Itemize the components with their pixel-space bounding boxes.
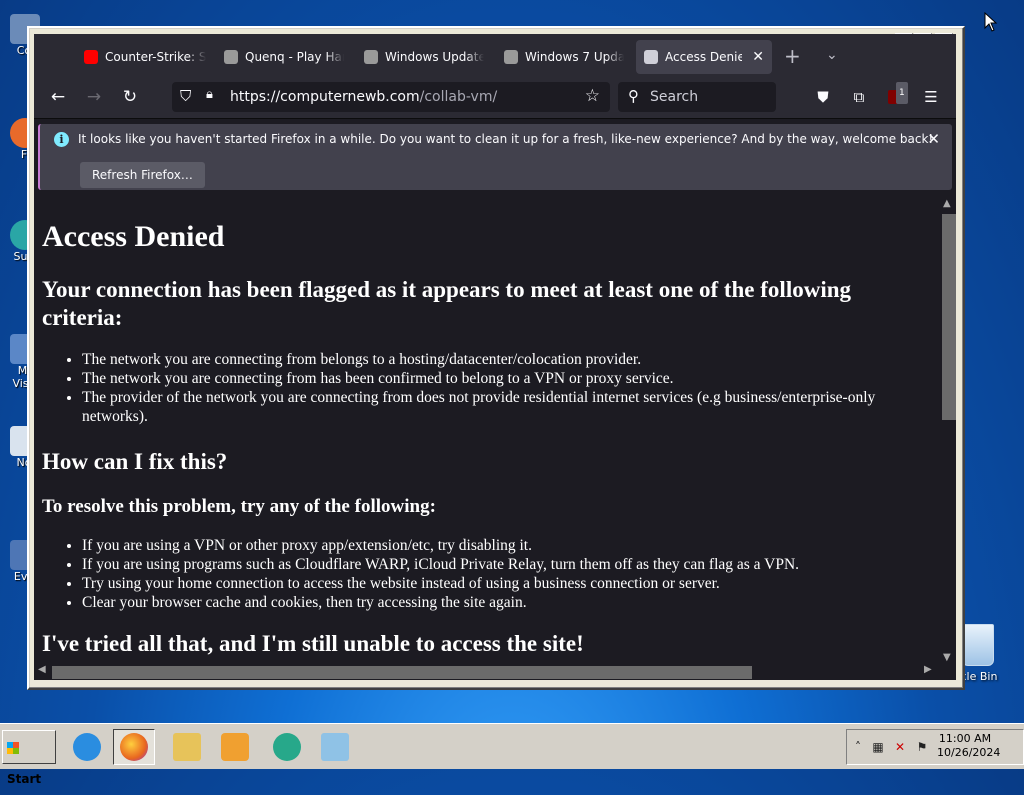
list-item: The provider of the network you are conn… bbox=[82, 388, 922, 426]
internet-explorer-icon bbox=[73, 733, 101, 761]
horizontal-scrollbar[interactable]: ◀ ▶ bbox=[34, 664, 938, 680]
tab-title: Access Denied bbox=[665, 50, 743, 64]
close-notification-icon[interactable]: ✕ bbox=[927, 130, 940, 148]
url-text[interactable]: https://computernewb.com/collab-vm/ bbox=[230, 89, 497, 105]
puzzle-icon: ⧉ bbox=[853, 88, 865, 106]
hamburger-menu-icon: ☰ bbox=[924, 88, 938, 106]
notification-message: It looks like you haven't started Firefo… bbox=[78, 132, 934, 146]
tab-strip: Counter-Strike: So Quenq - Play Hard Win… bbox=[34, 34, 956, 76]
list-item: Try using your home connection to access… bbox=[82, 574, 922, 593]
tab-windows-update[interactable]: Windows Update I bbox=[364, 40, 484, 74]
scroll-left-icon[interactable]: ◀ bbox=[38, 664, 46, 675]
taskbar-folder[interactable] bbox=[314, 729, 356, 765]
resolve-heading: To resolve this problem, try any of the … bbox=[42, 496, 436, 517]
back-button[interactable]: ← bbox=[46, 85, 70, 109]
folder-icon bbox=[173, 733, 201, 761]
arrow-right-icon: → bbox=[86, 87, 102, 107]
system-tray: ˄ ▦ ✕ ⚑ 11:00 AM 10/26/2024 bbox=[846, 729, 1024, 765]
horizontal-scroll-thumb[interactable] bbox=[52, 666, 752, 679]
bookmark-star-icon[interactable]: ☆ bbox=[585, 86, 600, 106]
taskbar-messenger[interactable] bbox=[266, 729, 308, 765]
youtube-icon bbox=[84, 50, 98, 64]
clock[interactable]: 11:00 AM 10/26/2024 bbox=[937, 732, 1001, 760]
scroll-up-icon[interactable]: ▲ bbox=[943, 198, 951, 209]
fixes-list: If you are using a VPN or other proxy ap… bbox=[42, 536, 922, 612]
tried-heading: I've tried all that, and I'm still unabl… bbox=[42, 631, 584, 656]
arrow-left-icon: ← bbox=[50, 87, 66, 107]
browser-viewport: Counter-Strike: So Quenq - Play Hard Win… bbox=[34, 34, 956, 680]
refresh-firefox-notification: i It looks like you haven't started Fire… bbox=[38, 124, 952, 190]
media-player-icon bbox=[221, 733, 249, 761]
taskbar: Start ˄ ▦ ✕ ⚑ 11:00 AM 10/26/2024 bbox=[0, 723, 1024, 786]
ublock-button[interactable]: 1 bbox=[884, 82, 908, 108]
firefox-window: _ □ ✕ Counter-Strike: So Quenq - Play Ha… bbox=[27, 26, 965, 690]
mouse-cursor-icon bbox=[984, 11, 998, 35]
clock-time: 11:00 AM bbox=[938, 732, 992, 745]
new-tab-button[interactable]: + bbox=[784, 46, 801, 66]
list-item: Clear your browser cache and cookies, th… bbox=[82, 593, 922, 612]
extension-badge: 1 bbox=[896, 82, 908, 104]
reload-icon: ↻ bbox=[122, 87, 138, 107]
volume-muted-icon[interactable]: ✕ bbox=[893, 740, 907, 754]
scroll-down-icon[interactable]: ▼ bbox=[943, 652, 951, 663]
windows-logo-icon bbox=[7, 741, 19, 754]
tab-access-denied[interactable]: Access Denied ✕ bbox=[636, 40, 772, 74]
search-input[interactable]: Search bbox=[650, 89, 698, 105]
reload-button[interactable]: ↻ bbox=[118, 85, 142, 109]
clock-date: 10/26/2024 bbox=[937, 746, 1001, 759]
taskbar-firefox[interactable] bbox=[113, 729, 155, 765]
shield-icon[interactable]: ⛉ bbox=[180, 87, 191, 105]
show-hidden-icons-icon[interactable]: ˄ bbox=[851, 740, 865, 754]
page-content: Access Denied Your connection has been f… bbox=[34, 196, 938, 664]
taskbar-media-player[interactable] bbox=[214, 729, 256, 765]
folder-icon bbox=[321, 733, 349, 761]
taskbar-file-explorer[interactable] bbox=[166, 729, 208, 765]
lock-icon[interactable]: 🔒︎ bbox=[206, 87, 213, 102]
flagged-heading: Your connection has been flagged as it a… bbox=[42, 277, 851, 330]
pocket-icon: ⛊ bbox=[817, 88, 829, 106]
site-icon bbox=[224, 50, 238, 64]
pocket-button[interactable]: ⛊ bbox=[812, 86, 834, 108]
forward-button[interactable]: → bbox=[82, 85, 106, 109]
messenger-icon bbox=[273, 733, 301, 761]
scroll-right-icon[interactable]: ▶ bbox=[924, 664, 932, 675]
list-item: The network you are connecting from has … bbox=[82, 369, 922, 388]
list-all-tabs-button[interactable]: ⌄ bbox=[826, 47, 838, 63]
network-icon[interactable]: ▦ bbox=[871, 740, 885, 754]
list-item: If you are using programs such as Cloudf… bbox=[82, 555, 922, 574]
recycle-bin-icon bbox=[962, 624, 994, 666]
start-label: Start bbox=[7, 772, 42, 786]
tab-quenq[interactable]: Quenq - Play Hard bbox=[224, 40, 344, 74]
tab-windows-7-update[interactable]: Windows 7 Updat bbox=[504, 40, 624, 74]
search-bar[interactable]: ⚲ Search bbox=[618, 82, 776, 112]
app-menu-button[interactable]: ☰ bbox=[920, 86, 942, 108]
taskbar-internet-explorer[interactable] bbox=[66, 729, 108, 765]
site-icon bbox=[364, 50, 378, 64]
close-tab-icon[interactable]: ✕ bbox=[752, 49, 764, 65]
navigation-toolbar: ← → ↻ ⛉ 🔒︎ https://computernewb.com/coll… bbox=[34, 76, 956, 119]
search-icon: ⚲ bbox=[628, 87, 639, 105]
url-path: /collab-vm/ bbox=[419, 89, 498, 105]
refresh-firefox-button[interactable]: Refresh Firefox… bbox=[80, 162, 205, 188]
list-item: The network you are connecting from belo… bbox=[82, 350, 922, 369]
vertical-scrollbar[interactable]: ▲ ▼ bbox=[938, 196, 956, 680]
start-button[interactable]: Start bbox=[2, 730, 56, 786]
info-icon: i bbox=[54, 132, 69, 147]
criteria-list: The network you are connecting from belo… bbox=[42, 350, 922, 426]
tab-counter-strike[interactable]: Counter-Strike: So bbox=[84, 40, 206, 74]
site-icon bbox=[504, 50, 518, 64]
extensions-button[interactable]: ⧉ bbox=[848, 86, 870, 108]
list-item: If you are using a VPN or other proxy ap… bbox=[82, 536, 922, 555]
page-icon bbox=[644, 50, 658, 64]
vertical-scroll-thumb[interactable] bbox=[942, 214, 956, 420]
fix-heading: How can I fix this? bbox=[42, 449, 228, 474]
url-host: https://computernewb.com bbox=[230, 89, 420, 105]
action-center-flag-icon[interactable]: ⚑ bbox=[915, 740, 929, 754]
page-title: Access Denied bbox=[42, 220, 225, 253]
firefox-icon bbox=[120, 733, 148, 761]
url-bar[interactable]: ⛉ 🔒︎ https://computernewb.com/collab-vm/… bbox=[172, 82, 610, 112]
